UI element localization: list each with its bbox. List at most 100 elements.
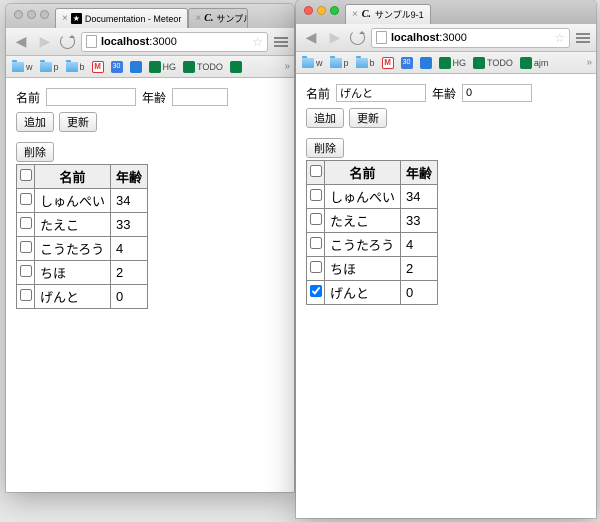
bookmark-item[interactable]: HG [147,60,179,74]
sheet-icon [149,61,161,73]
table-row: たえこ33 [307,209,438,233]
bookmark-item[interactable]: TODO [181,60,225,74]
col-name: 名前 [35,165,111,189]
row-checkbox[interactable] [20,241,32,253]
update-button[interactable]: 更新 [349,108,387,128]
back-button[interactable]: ◀ [12,33,30,51]
bookmark-label: TODO [197,62,223,72]
bookmark-item[interactable]: b [354,57,377,69]
bookmark-item[interactable]: ajm [518,56,551,70]
cell-name: こうたろう [325,233,401,257]
tab-sample91[interactable]: × C. サンプル9-1 [345,4,431,24]
bookmark-item[interactable] [128,60,144,74]
cell-age: 2 [111,261,148,285]
toolbar: ◀ ▶ localhost:3000 ☆ [6,28,294,56]
bookmark-item[interactable]: TODO [471,56,515,70]
bookmark-star-icon[interactable]: ☆ [252,35,263,49]
close-tab-icon[interactable]: × [352,9,358,20]
folder-icon [302,58,314,68]
cell-name: しゅんぺい [325,185,401,209]
folder-icon [330,58,342,68]
delete-button[interactable]: 削除 [306,138,344,158]
col-age: 年齢 [401,161,438,185]
browser-window-2: × C. サンプル9-1 ◀ ▶ localhost:3000 ☆ w pbM30… [296,0,596,518]
bookmark-item[interactable]: w [300,57,325,69]
folder-icon [356,58,368,68]
select-all-checkbox[interactable] [310,165,322,177]
button-row: 追加 更新 [306,108,586,128]
bookmark-label: p [344,58,349,68]
row-checkbox[interactable] [20,265,32,277]
row-checkbox[interactable] [20,193,32,205]
forward-button[interactable]: ▶ [326,29,344,47]
name-label: 名前 [16,89,40,106]
minimize-window-icon[interactable] [27,10,36,19]
bookmark-item[interactable]: M [380,56,396,70]
table-row: たえこ33 [17,213,148,237]
bookmark-item[interactable]: w [10,61,35,73]
add-button[interactable]: 追加 [16,112,54,132]
tab-documentation[interactable]: × ★ Documentation - Meteor [55,8,188,28]
row-checkbox[interactable] [310,213,322,225]
age-input[interactable] [172,88,228,106]
bookmark-item[interactable]: p [328,57,351,69]
bookmarks-overflow-icon[interactable]: » [284,61,290,72]
bookmark-item[interactable]: HG [437,56,469,70]
bookmark-label: w [26,62,33,72]
table-row: げんと0 [307,281,438,305]
row-checkbox[interactable] [310,285,322,297]
page-icon [86,35,97,48]
bookmark-label: b [80,62,85,72]
row-checkbox[interactable] [310,189,322,201]
menu-icon[interactable] [576,33,590,43]
close-window-icon[interactable] [304,6,313,15]
row-checkbox[interactable] [310,237,322,249]
meteor-favicon-icon: ★ [71,13,82,24]
zoom-window-icon[interactable] [330,6,339,15]
zoom-window-icon[interactable] [40,10,49,19]
bookmarks-bar: w pbM30 HGTODOajm » [296,52,596,74]
close-window-icon[interactable] [14,10,23,19]
row-checkbox[interactable] [20,217,32,229]
bookmark-item[interactable]: M [90,60,106,74]
cell-name: げんと [35,285,111,309]
bookmark-item[interactable]: b [64,61,87,73]
data-table: 名前 年齢 しゅんぺい34たえこ33こうたろう4ちほ2げんと0 [306,160,438,305]
forward-button[interactable]: ▶ [36,33,54,51]
row-checkbox[interactable] [20,289,32,301]
cell-age: 0 [111,285,148,309]
bookmarks-overflow-icon[interactable]: » [586,57,592,68]
add-button[interactable]: 追加 [306,108,344,128]
minimize-window-icon[interactable] [317,6,326,15]
menu-icon[interactable] [274,37,288,47]
bookmark-item[interactable]: 30 [399,56,415,70]
bookmark-item[interactable]: p [38,61,61,73]
bookmark-item[interactable] [228,60,244,74]
bookmark-item[interactable]: 30 [109,60,125,74]
name-input[interactable] [46,88,136,106]
delete-button[interactable]: 削除 [16,142,54,162]
sheet-icon [520,57,532,69]
reload-icon[interactable] [350,30,365,45]
select-all-checkbox[interactable] [20,169,32,181]
bookmark-item[interactable] [418,56,434,70]
toolbar: ◀ ▶ localhost:3000 ☆ [296,24,596,52]
table-row: げんと0 [17,285,148,309]
address-text: localhost:3000 [101,36,177,48]
tab-sample[interactable]: × C. サンプル [188,8,248,28]
update-button[interactable]: 更新 [59,112,97,132]
bookmark-star-icon[interactable]: ☆ [554,31,565,45]
back-button[interactable]: ◀ [302,29,320,47]
cell-age: 33 [401,209,438,233]
address-bar[interactable]: localhost:3000 ☆ [81,32,268,52]
sheet-icon [230,61,242,73]
age-input[interactable] [462,84,532,102]
cell-name: たえこ [325,209,401,233]
row-checkbox[interactable] [310,261,322,273]
close-tab-icon[interactable]: × [195,13,201,24]
close-tab-icon[interactable]: × [62,13,68,24]
reload-icon[interactable] [60,34,75,49]
name-label: 名前 [306,85,330,102]
address-bar[interactable]: localhost:3000 ☆ [371,28,570,48]
name-input[interactable] [336,84,426,102]
